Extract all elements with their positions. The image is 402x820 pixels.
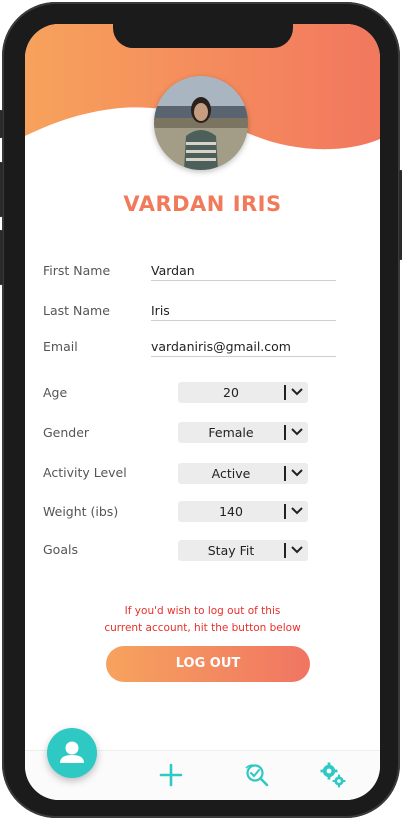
chevron-down-icon	[291, 546, 303, 554]
phone-frame: VARDAN IRIS First Name Vardan Last Name …	[0, 2, 402, 818]
first-name-label: First Name	[43, 263, 111, 278]
gears-icon[interactable]	[319, 761, 347, 789]
goals-value: Stay Fit	[207, 543, 255, 558]
mute-switch	[0, 110, 3, 138]
goals-select[interactable]: Stay Fit	[178, 540, 308, 561]
chevron-down-icon	[291, 388, 303, 396]
gender-label: Gender	[43, 425, 90, 440]
notch	[113, 24, 293, 48]
logout-notice-line2: current account, hit the button below	[104, 622, 301, 634]
activity-select[interactable]: Active	[178, 463, 308, 484]
goals-label: Goals	[43, 542, 78, 557]
volume-down-button	[0, 230, 3, 285]
profile-photo[interactable]	[154, 76, 248, 170]
select-divider	[284, 425, 286, 440]
plus-icon[interactable]	[159, 763, 183, 787]
select-divider	[284, 385, 286, 400]
user-icon	[60, 741, 84, 763]
email-label: Email	[43, 339, 78, 354]
profile-fab-button[interactable]	[47, 728, 97, 778]
select-divider	[284, 504, 286, 519]
age-select[interactable]: 20	[178, 382, 308, 403]
last-name-field[interactable]: Iris	[151, 303, 336, 321]
first-name-field[interactable]: Vardan	[151, 263, 336, 281]
logout-notice-line1: If you'd wish to log out of this	[124, 605, 281, 617]
select-divider	[284, 466, 286, 481]
chevron-down-icon	[291, 469, 303, 477]
logout-notice: If you'd wish to log out of this current…	[85, 603, 320, 637]
email-field[interactable]: vardaniris@gmail.com	[151, 339, 336, 357]
logout-button[interactable]: LOG OUT	[106, 646, 310, 682]
profile-name: VARDAN IRIS	[123, 192, 282, 216]
select-divider	[284, 543, 286, 558]
last-name-label: Last Name	[43, 303, 110, 318]
volume-up-button	[0, 162, 3, 217]
age-label: Age	[43, 385, 68, 400]
activity-label: Activity Level	[43, 465, 127, 480]
chevron-down-icon	[291, 428, 303, 436]
search-check-icon[interactable]	[244, 762, 270, 788]
gender-value: Female	[208, 425, 254, 440]
weight-value: 140	[219, 504, 243, 519]
gender-select[interactable]: Female	[178, 422, 308, 443]
chevron-down-icon	[291, 507, 303, 515]
activity-value: Active	[211, 466, 251, 481]
age-value: 20	[223, 385, 239, 400]
weight-select[interactable]: 140	[178, 501, 308, 522]
weight-label: Weight (ibs)	[43, 504, 119, 519]
screen: VARDAN IRIS First Name Vardan Last Name …	[25, 24, 380, 800]
